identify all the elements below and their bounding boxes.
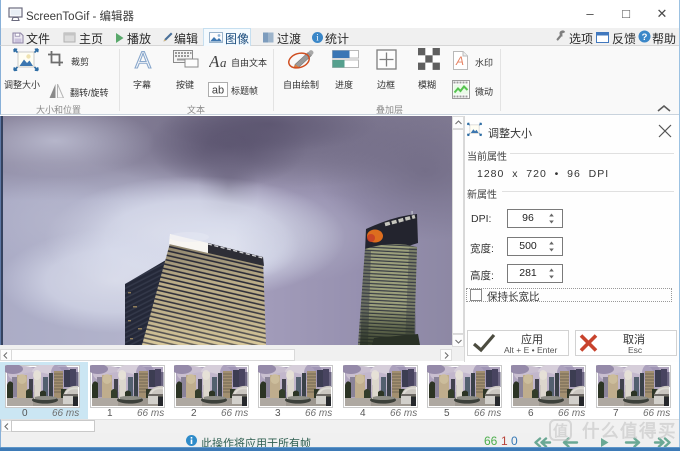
svg-text:?: ? (642, 32, 648, 43)
svg-text:值: 值 (553, 422, 568, 440)
svg-text:A: A (455, 54, 464, 68)
svg-text:什么值得买: 什么值得买 (582, 421, 677, 441)
svg-text:A: A (135, 48, 151, 71)
svg-text:A: A (209, 54, 220, 68)
svg-text:a: a (220, 55, 227, 68)
svg-text:ab: ab (212, 85, 224, 97)
